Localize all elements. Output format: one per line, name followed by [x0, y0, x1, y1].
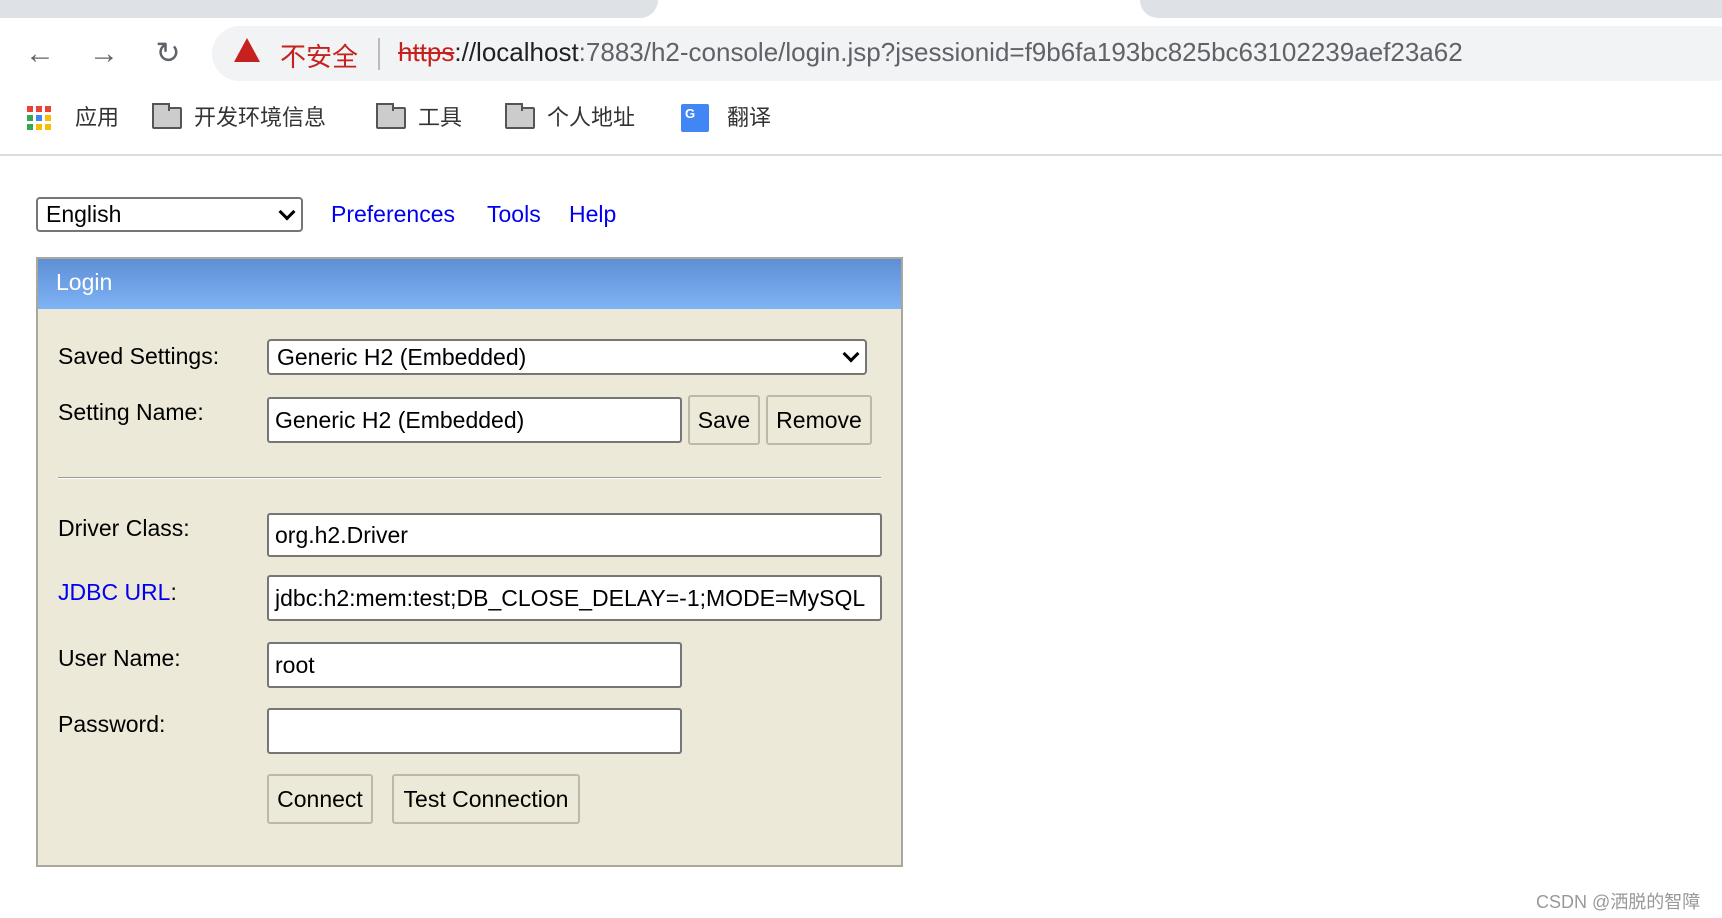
- user-name-input[interactable]: root: [267, 642, 682, 688]
- browser-tab-inactive[interactable]: [0, 0, 658, 18]
- saved-settings-value: Generic H2 (Embedded): [277, 343, 527, 370]
- bookmark-label: 工具: [418, 105, 463, 130]
- preferences-link[interactable]: Preferences: [331, 201, 455, 228]
- forward-button[interactable]: →: [86, 36, 122, 72]
- bookmark-folder-tools[interactable]: 工具: [376, 103, 463, 132]
- remove-button[interactable]: Remove: [766, 395, 872, 445]
- password-input[interactable]: [267, 708, 682, 754]
- connect-button[interactable]: Connect: [267, 774, 373, 824]
- bookmark-folder-personal[interactable]: 个人地址: [505, 103, 636, 132]
- colon: :: [170, 579, 177, 605]
- watermark: CSDN @洒脱的智障: [1536, 892, 1701, 912]
- tools-link[interactable]: Tools: [487, 201, 541, 228]
- bookmark-folder-dev-env[interactable]: 开发环境信息: [152, 103, 327, 132]
- login-panel: Login Saved Settings: Generic H2 (Embedd…: [36, 257, 903, 867]
- bookmark-apps[interactable]: 应用: [27, 104, 119, 132]
- test-connection-button[interactable]: Test Connection: [392, 774, 580, 824]
- url-host: ://localhost: [454, 37, 579, 67]
- bookmark-label: 翻译: [727, 105, 772, 130]
- jdbc-url-help-link[interactable]: JDBC URL: [58, 579, 170, 605]
- folder-icon: [505, 103, 535, 129]
- back-button[interactable]: ←: [22, 36, 58, 72]
- browser-tab-inactive-right[interactable]: [1140, 0, 1722, 18]
- divider: [378, 38, 380, 70]
- separator: [58, 477, 881, 479]
- saved-settings-select[interactable]: Generic H2 (Embedded): [267, 339, 867, 375]
- help-link[interactable]: Help: [569, 201, 616, 228]
- url-text: https://localhost:7883/h2-console/login.…: [398, 37, 1463, 68]
- google-translate-icon: G: [681, 104, 709, 132]
- login-header: Login: [38, 259, 901, 309]
- setting-name-input[interactable]: Generic H2 (Embedded): [267, 397, 682, 443]
- bookmark-label: 开发环境信息: [194, 105, 327, 130]
- folder-icon: [152, 103, 182, 129]
- bookmark-label: 个人地址: [547, 105, 636, 130]
- url-scheme: https: [398, 37, 455, 67]
- saved-settings-label: Saved Settings:: [58, 343, 220, 369]
- language-value: English: [46, 201, 122, 227]
- driver-class-label: Driver Class:: [58, 515, 190, 541]
- warning-icon: [234, 38, 260, 62]
- driver-class-input[interactable]: org.h2.Driver: [267, 513, 882, 557]
- password-label: Password:: [58, 711, 166, 737]
- user-name-label: User Name:: [58, 645, 181, 671]
- language-select[interactable]: English: [36, 197, 303, 232]
- jdbc-url-label: JDBC URL:: [58, 579, 177, 606]
- chevron-down-icon: [278, 203, 296, 220]
- toolbar-divider: [0, 154, 1722, 156]
- bookmark-translate[interactable]: G 翻译: [681, 104, 771, 132]
- chevron-down-icon: [842, 345, 860, 363]
- jdbc-url-input[interactable]: jdbc:h2:mem:test;DB_CLOSE_DELAY=-1;MODE=…: [267, 575, 882, 621]
- apps-grid-icon: [27, 106, 51, 130]
- address-bar[interactable]: 不安全 https://localhost:7883/h2-console/lo…: [212, 26, 1722, 81]
- folder-icon: [376, 103, 406, 129]
- setting-name-label: Setting Name:: [58, 399, 204, 425]
- reload-button[interactable]: ↻: [150, 36, 186, 72]
- security-label[interactable]: 不安全: [280, 37, 358, 74]
- url-path: :7883/h2-console/login.jsp?jsessionid=f9…: [578, 37, 1463, 67]
- bookmark-label: 应用: [75, 105, 120, 130]
- save-button[interactable]: Save: [688, 395, 760, 445]
